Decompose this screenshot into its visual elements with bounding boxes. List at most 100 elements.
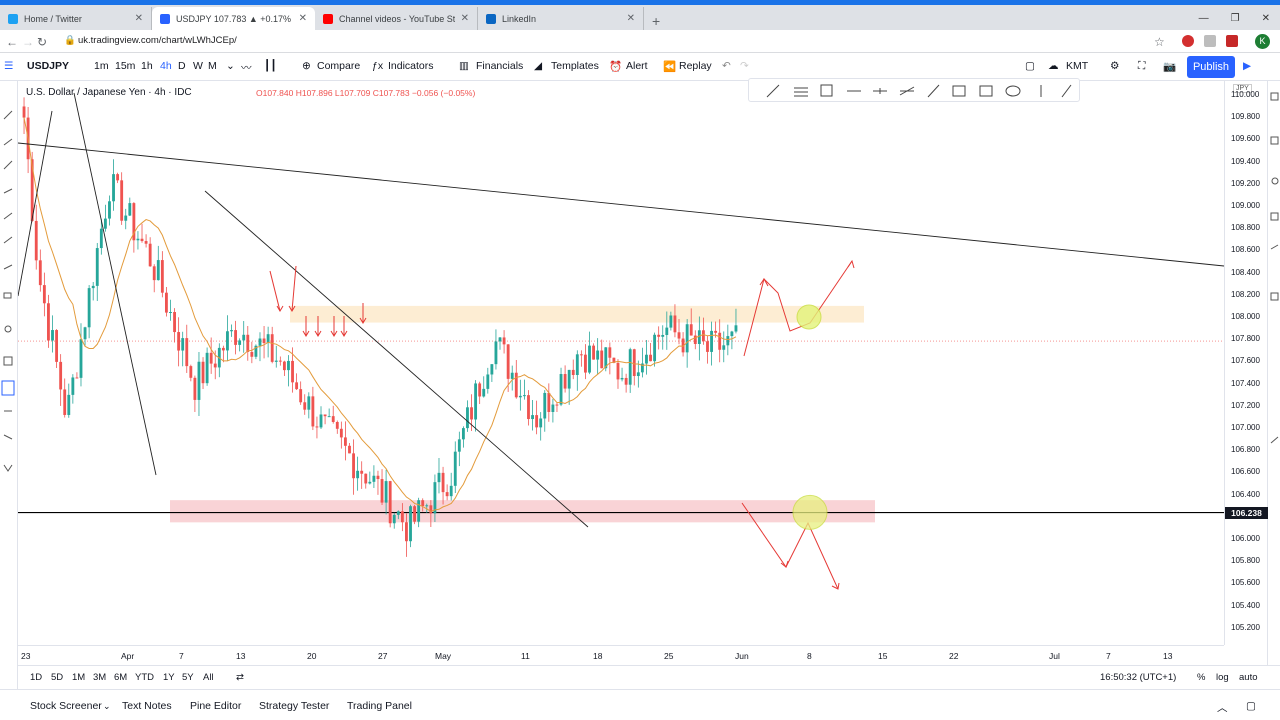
reload-icon[interactable]: ↻: [37, 35, 47, 49]
candle-body: [99, 228, 103, 249]
candle-body: [22, 106, 26, 118]
percent-toggle[interactable]: %: [1197, 672, 1205, 683]
close-icon[interactable]: ✕: [135, 13, 143, 24]
compare-plus-icon[interactable]: ⊕: [302, 60, 311, 72]
log-toggle[interactable]: log: [1216, 672, 1229, 683]
price-axis[interactable]: JPY 110.000 109.800 109.600 109.400 109.200 1…: [1224, 81, 1268, 645]
candle-body: [518, 395, 522, 398]
chart-legend-title[interactable]: U.S. Dollar / Japanese Yen · 4h · IDC: [26, 87, 192, 98]
cloud-icon[interactable]: ☁: [1048, 60, 1059, 72]
profile-avatar[interactable]: K: [1255, 34, 1270, 49]
indicators-button[interactable]: Indicators: [388, 60, 434, 72]
minimize-icon[interactable]: —: [1199, 13, 1209, 24]
bookmark-star-icon[interactable]: ☆: [1154, 35, 1165, 49]
line-style-icon[interactable]: 〰: [241, 60, 252, 75]
candle-body: [551, 404, 555, 412]
play-circle-icon[interactable]: ▶: [1243, 60, 1251, 72]
candle-body: [730, 331, 734, 337]
range-3m[interactable]: 3M: [93, 672, 106, 683]
panel-stock-screener[interactable]: Stock Screener: [30, 700, 102, 712]
new-tab-icon[interactable]: +: [652, 13, 660, 29]
templates-button[interactable]: Templates: [551, 60, 599, 72]
range-ytd[interactable]: YTD: [135, 672, 154, 683]
panel-trading-panel[interactable]: Trading Panel: [347, 700, 412, 712]
back-icon[interactable]: ←: [6, 35, 18, 49]
price-tick-label: 109.800: [1231, 112, 1260, 122]
alert-clock-icon[interactable]: ⏰: [609, 60, 622, 73]
clock-readout[interactable]: 16:50:32 (UTC+1): [1100, 672, 1176, 683]
interval-1h[interactable]: 1h: [141, 60, 153, 72]
menu-icon[interactable]: ☰: [4, 60, 13, 72]
compare-button[interactable]: Compare: [317, 60, 360, 72]
extension-icon[interactable]: [1182, 35, 1194, 47]
tab-tradingview[interactable]: USDJPY 107.783 ▲ +0.17% KMT ✕: [152, 7, 315, 30]
camera-icon[interactable]: 📷: [1163, 60, 1176, 73]
window-close-icon[interactable]: ✕: [1262, 13, 1270, 24]
replay-icon[interactable]: ⏪: [663, 60, 676, 73]
fullscreen-icon[interactable]: ⛶: [1138, 60, 1145, 73]
tab-label: Home / Twitter: [24, 13, 82, 24]
indicators-fx-icon[interactable]: ƒx: [372, 60, 383, 72]
panel-pine-editor[interactable]: Pine Editor: [190, 700, 241, 712]
interval-1m[interactable]: 1m: [94, 60, 109, 72]
sidebar-icons[interactable]: [1268, 81, 1280, 689]
candle-body: [144, 241, 148, 244]
undo-icon[interactable]: ↶: [722, 60, 731, 72]
tab-linkedin[interactable]: LinkedIn ✕: [478, 7, 644, 30]
templates-icon[interactable]: ◢: [534, 60, 542, 72]
twitter-icon: [8, 13, 18, 24]
maximize-icon[interactable]: ❐: [1231, 13, 1240, 24]
publish-button[interactable]: Publish: [1187, 56, 1235, 78]
candle-body: [429, 505, 433, 514]
maximize-panel-icon[interactable]: ▢: [1246, 700, 1256, 712]
collapse-up-icon[interactable]: ︿: [1217, 700, 1228, 715]
interval-m[interactable]: M: [208, 60, 217, 72]
interval-15m[interactable]: 15m: [115, 60, 135, 72]
range-5d[interactable]: 5D: [51, 672, 63, 683]
drawing-toolbar-icons[interactable]: [749, 79, 1081, 103]
financials-button[interactable]: Financials: [476, 60, 523, 72]
extension-icon[interactable]: [1226, 35, 1238, 47]
candle-body: [352, 453, 355, 479]
tab-youtube-studio[interactable]: Channel videos - YouTube Studio ✕: [315, 7, 478, 30]
range-all[interactable]: All: [203, 672, 214, 683]
symbol-search[interactable]: USDJPY: [27, 60, 69, 72]
range-1m[interactable]: 1M: [72, 672, 85, 683]
time-axis[interactable]: 23 Apr 7 13 20 27 May 11 18 25 Jun 8 15 22 Jul 7 13: [18, 645, 1224, 665]
forward-icon[interactable]: →: [22, 35, 34, 49]
range-1d[interactable]: 1D: [30, 672, 42, 683]
interval-d[interactable]: D: [178, 60, 186, 72]
tab-twitter[interactable]: Home / Twitter ✕: [0, 7, 152, 30]
interval-w[interactable]: W: [193, 60, 203, 72]
close-icon[interactable]: ✕: [461, 13, 469, 24]
financials-icon[interactable]: ▥: [459, 60, 469, 72]
replay-button[interactable]: Replay: [679, 60, 712, 72]
chevron-down-icon[interactable]: ⌄: [103, 701, 111, 712]
price-chart[interactable]: [18, 81, 1224, 645]
chevron-down-icon[interactable]: ⌄: [226, 60, 235, 72]
candles-icon[interactable]: ┃┃: [264, 60, 277, 72]
panel-strategy-tester[interactable]: Strategy Tester: [259, 700, 329, 712]
tab-label: Channel videos - YouTube Studio: [339, 13, 455, 24]
auto-toggle[interactable]: auto: [1239, 672, 1258, 683]
redo-icon[interactable]: ↷: [740, 60, 749, 72]
range-6m[interactable]: 6M: [114, 672, 127, 683]
panel-text-notes[interactable]: Text Notes: [122, 700, 172, 712]
close-icon[interactable]: ✕: [299, 13, 307, 24]
layout-square-icon[interactable]: ▢: [1025, 60, 1035, 72]
url-input[interactable]: uk.tradingview.com/chart/wLWhJCEp/: [78, 35, 237, 46]
candle-body: [490, 364, 494, 375]
close-icon[interactable]: ✕: [627, 13, 635, 24]
layout-name[interactable]: KMT: [1066, 60, 1088, 72]
candle-body: [124, 215, 128, 221]
interval-4h[interactable]: 4h: [160, 60, 172, 72]
chart-top-toolbar: ☰ USDJPY 1m 15m 1h 4h D W M ⌄ 〰 ┃┃ ⊕ Com…: [0, 53, 1280, 81]
range-5y[interactable]: 5Y: [182, 672, 194, 683]
alert-button[interactable]: Alert: [626, 60, 648, 72]
extension-icon[interactable]: [1204, 35, 1216, 47]
date-range-icon[interactable]: ⇄: [236, 672, 244, 683]
range-1y[interactable]: 1Y: [163, 672, 175, 683]
drawing-tools-icons[interactable]: [0, 81, 18, 689]
settings-gear-icon[interactable]: ⚙: [1110, 60, 1119, 72]
candle-body: [433, 482, 437, 514]
